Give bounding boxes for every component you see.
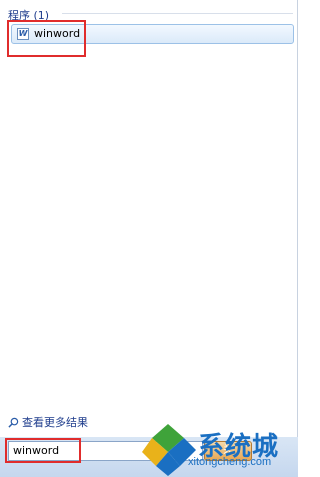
search-icon	[8, 417, 19, 428]
watermark-logo: 系统城 xitongcheng.com	[140, 422, 298, 477]
word-document-icon: W	[17, 28, 29, 40]
watermark-site: xitongcheng.com	[188, 456, 272, 468]
search-result-label: winword	[34, 27, 81, 40]
search-result-winword[interactable]: W winword	[11, 24, 294, 44]
section-divider	[62, 13, 293, 14]
start-menu-panel: 程序 (1) W winword 查看更多结果 winword 关 系统城 xi…	[0, 0, 298, 477]
see-more-results-link[interactable]: 查看更多结果	[8, 414, 88, 430]
see-more-results-label: 查看更多结果	[22, 416, 88, 429]
diamond-logo-icon	[142, 424, 196, 476]
programs-section-title: 程序 (1)	[8, 9, 50, 22]
